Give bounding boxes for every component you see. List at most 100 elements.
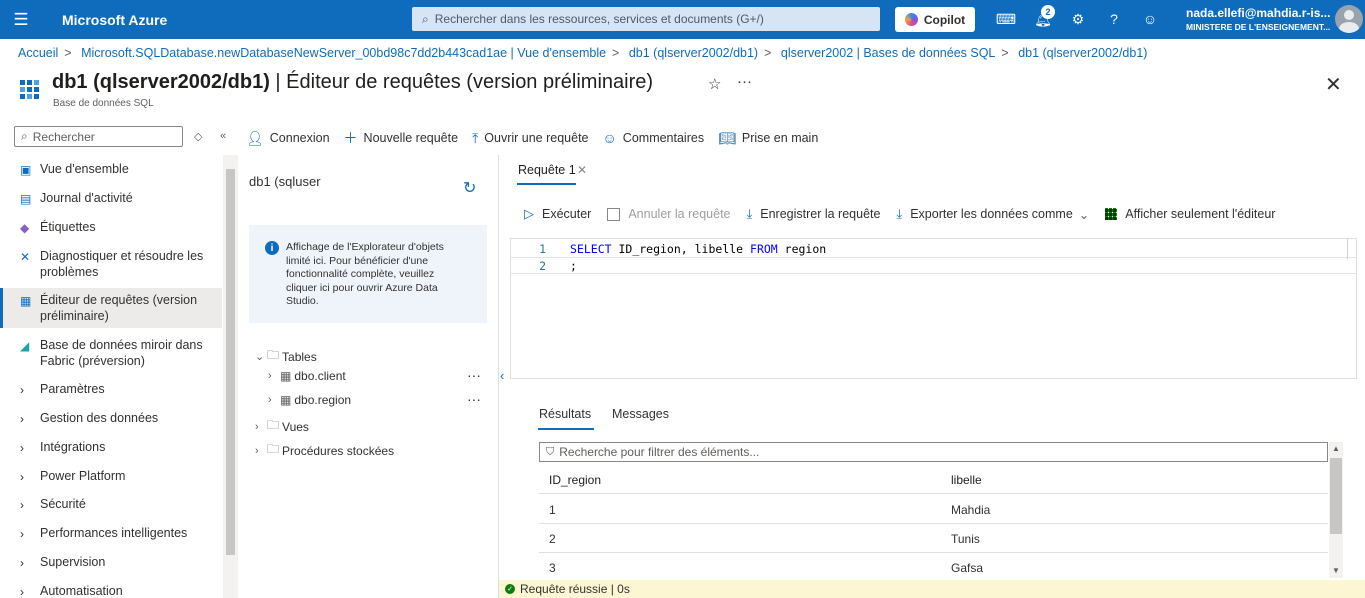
table-row[interactable]: 3 Gafsa (539, 553, 1328, 582)
chevron-right-icon: › (20, 498, 24, 512)
close-icon[interactable]: ✕ (1325, 72, 1342, 97)
run-button[interactable]: ▷ Exécuter (524, 206, 591, 222)
sidebar-item-automation[interactable]: › Automatisation (0, 583, 222, 598)
chevron-right-icon: › (20, 383, 24, 397)
sidebar-item-data-management[interactable]: › Gestion des données (0, 410, 222, 427)
export-data-button[interactable]: ⤓ Exporter les données comme ⌄ (896, 206, 1089, 222)
table-row[interactable]: 1 Mahdia (539, 495, 1328, 524)
sidebar-item-diagnose[interactable]: ✕ Diagnostiquer et résoudre les problèmes (0, 248, 222, 280)
table-more-options-button[interactable]: ··· (467, 391, 481, 407)
editor-ruler (1347, 239, 1348, 259)
new-query-button[interactable]: ＋ Nouvelle requête (344, 128, 459, 148)
favorite-star-icon[interactable]: ☆ (708, 75, 721, 93)
pane-divider[interactable] (498, 155, 499, 598)
chevron-right-icon: › (20, 556, 24, 570)
more-options-button[interactable]: ··· (737, 73, 752, 90)
code-line[interactable]: 1 SELECT ID_region, libelle FROM region (511, 240, 1356, 257)
chevron-right-icon: › (255, 420, 259, 433)
tree-node-procedures[interactable]: › 🗀 Procédures stockées (255, 440, 394, 461)
sidebar-scrollbar[interactable] (223, 155, 238, 598)
sidebar-options-icon[interactable]: ◇ (194, 130, 202, 143)
sidebar-item-activity-log[interactable]: ▤ Journal d'activité (0, 190, 222, 207)
table-more-options-button[interactable]: ··· (467, 367, 481, 383)
sidebar-item-security[interactable]: › Sécurité (0, 496, 222, 513)
hamburger-menu-icon[interactable]: ☰ (0, 0, 42, 39)
breadcrumb-item[interactable]: db1 (qlserver2002/db1) (629, 46, 758, 60)
collapse-sidebar-icon[interactable]: « (220, 130, 226, 142)
filter-icon: ⛉ (546, 445, 555, 458)
collapse-explorer-icon[interactable]: ‹ (500, 368, 504, 383)
fabric-icon: ◢ (20, 339, 30, 353)
line-number: 1 (539, 241, 546, 256)
cloud-shell-icon[interactable]: ⌨ (996, 9, 1016, 29)
breadcrumb-item[interactable]: qlserver2002 | Bases de données SQL (781, 46, 996, 60)
sidebar-item-power-platform[interactable]: › Power Platform (0, 468, 222, 485)
settings-gear-icon[interactable]: ⚙ (1068, 9, 1088, 29)
code-line[interactable]: 2 ; (511, 257, 1356, 274)
copilot-label: Copilot (923, 12, 966, 27)
tab-messages[interactable]: Messages (612, 407, 669, 421)
log-icon: ▤ (20, 192, 32, 206)
object-explorer-title: db1 (sqluser (249, 174, 321, 189)
results-scrollbar[interactable]: ▲ ▼ (1329, 442, 1343, 578)
avatar[interactable] (1335, 5, 1363, 33)
breadcrumb-item[interactable]: Accueil (18, 46, 58, 60)
chevron-right-icon: › (268, 394, 272, 406)
results-filter-input[interactable]: ⛉ Recherche pour filtrer des éléments... (539, 442, 1328, 462)
tab-results[interactable]: Résultats (539, 407, 591, 421)
tree-node-tables[interactable]: ⌄ 🗀 Tables (255, 346, 317, 367)
breadcrumb-item[interactable]: Microsoft.SQLDatabase.newDatabaseNewServ… (81, 46, 606, 60)
table-row[interactable]: 2 Tunis (539, 524, 1328, 553)
feedback-button[interactable]: ☺ Commentaires (603, 130, 705, 146)
column-header[interactable]: libelle (951, 473, 982, 487)
tab-query-1[interactable]: Requête 1 (518, 163, 576, 177)
table-cell: Mahdia (951, 503, 991, 517)
sidebar-item-settings[interactable]: › Paramètres (0, 381, 222, 398)
sidebar-item-fabric-mirror[interactable]: ◢ Base de données miroir dans Fabric (pré… (0, 337, 222, 369)
sidebar-item-tags[interactable]: ◆ Étiquettes (0, 219, 222, 236)
tree-node-views[interactable]: › 🗀 Vues (255, 416, 309, 437)
code-text: ; (570, 258, 577, 273)
sidebar-item-overview[interactable]: ▣ Vue d'ensemble (0, 161, 222, 178)
sidebar-item-intelligent-performance[interactable]: › Performances intelligentes (0, 525, 222, 542)
breadcrumb-item[interactable]: db1 (qlserver2002/db1) (1018, 46, 1147, 60)
table-cell: Tunis (951, 532, 980, 546)
getting-started-button[interactable]: 📖︎ Prise en main (718, 130, 818, 147)
open-query-button[interactable]: ⤒ Ouvrir une requête (472, 130, 588, 147)
copilot-button[interactable]: Copilot (895, 7, 975, 32)
sidebar-item-monitoring[interactable]: › Supervision (0, 554, 222, 571)
brand-title[interactable]: Microsoft Azure (62, 12, 412, 28)
page-subtitle: Base de données SQL (53, 98, 154, 109)
help-icon[interactable]: ? (1104, 9, 1124, 29)
code-editor[interactable]: 1 SELECT ID_region, libelle FROM region … (510, 238, 1357, 379)
scroll-up-icon[interactable]: ▲ (1332, 444, 1340, 453)
query-toolbar: ▷ Exécuter Annuler la requête ⤓ Enregistre… (524, 206, 1291, 222)
sidebar-search-input[interactable]: ⌕ Rechercher (14, 126, 183, 147)
show-editor-only-button[interactable]: Afficher seulement l'éditeur (1105, 207, 1275, 221)
sidebar-item-integrations[interactable]: › Intégrations (0, 439, 222, 456)
sidebar-scroll-thumb[interactable] (226, 169, 235, 555)
user-account[interactable]: nada.ellefi@mahdia.r-is... MINISTERE DE … (1186, 6, 1330, 32)
status-text: Requête réussie | 0s (520, 582, 630, 596)
book-icon: 📖︎ (718, 129, 736, 146)
connexion-button[interactable]: 👤︎ Connexion (246, 130, 330, 147)
cancel-query-button[interactable]: Annuler la requête (607, 207, 731, 221)
user-email: nada.ellefi@mahdia.r-is... (1186, 6, 1331, 20)
sidebar-item-query-editor[interactable]: ▦ Éditeur de requêtes (version préliminai… (0, 288, 222, 328)
refresh-icon[interactable]: ↻ (463, 178, 476, 198)
feedback-icon[interactable]: ☺ (1140, 9, 1160, 29)
copilot-logo-icon (904, 13, 918, 26)
status-bar: ✓ Requête réussie | 0s (499, 580, 1365, 598)
tree-node-table[interactable]: › ▦ dbo.region (268, 393, 351, 407)
chevron-down-icon: ⌄ (1078, 207, 1090, 222)
explorer-info-banner[interactable]: i Affichage de l'Explorateur d'objets li… (249, 225, 487, 323)
global-search-input[interactable]: ⌕ Rechercher dans les ressources, servic… (412, 7, 880, 31)
save-query-button[interactable]: ⤓ Enregistrer la requête (747, 206, 881, 222)
close-tab-icon[interactable]: ✕ (577, 163, 587, 177)
scroll-down-icon[interactable]: ▼ (1332, 566, 1340, 575)
column-header[interactable]: ID_region (549, 473, 601, 487)
tree-node-table[interactable]: › ▦ dbo.client (268, 369, 346, 383)
results-scroll-thumb[interactable] (1330, 458, 1342, 534)
folder-icon: 🗀 (267, 418, 280, 432)
notification-count-badge: 2 (1041, 5, 1055, 19)
